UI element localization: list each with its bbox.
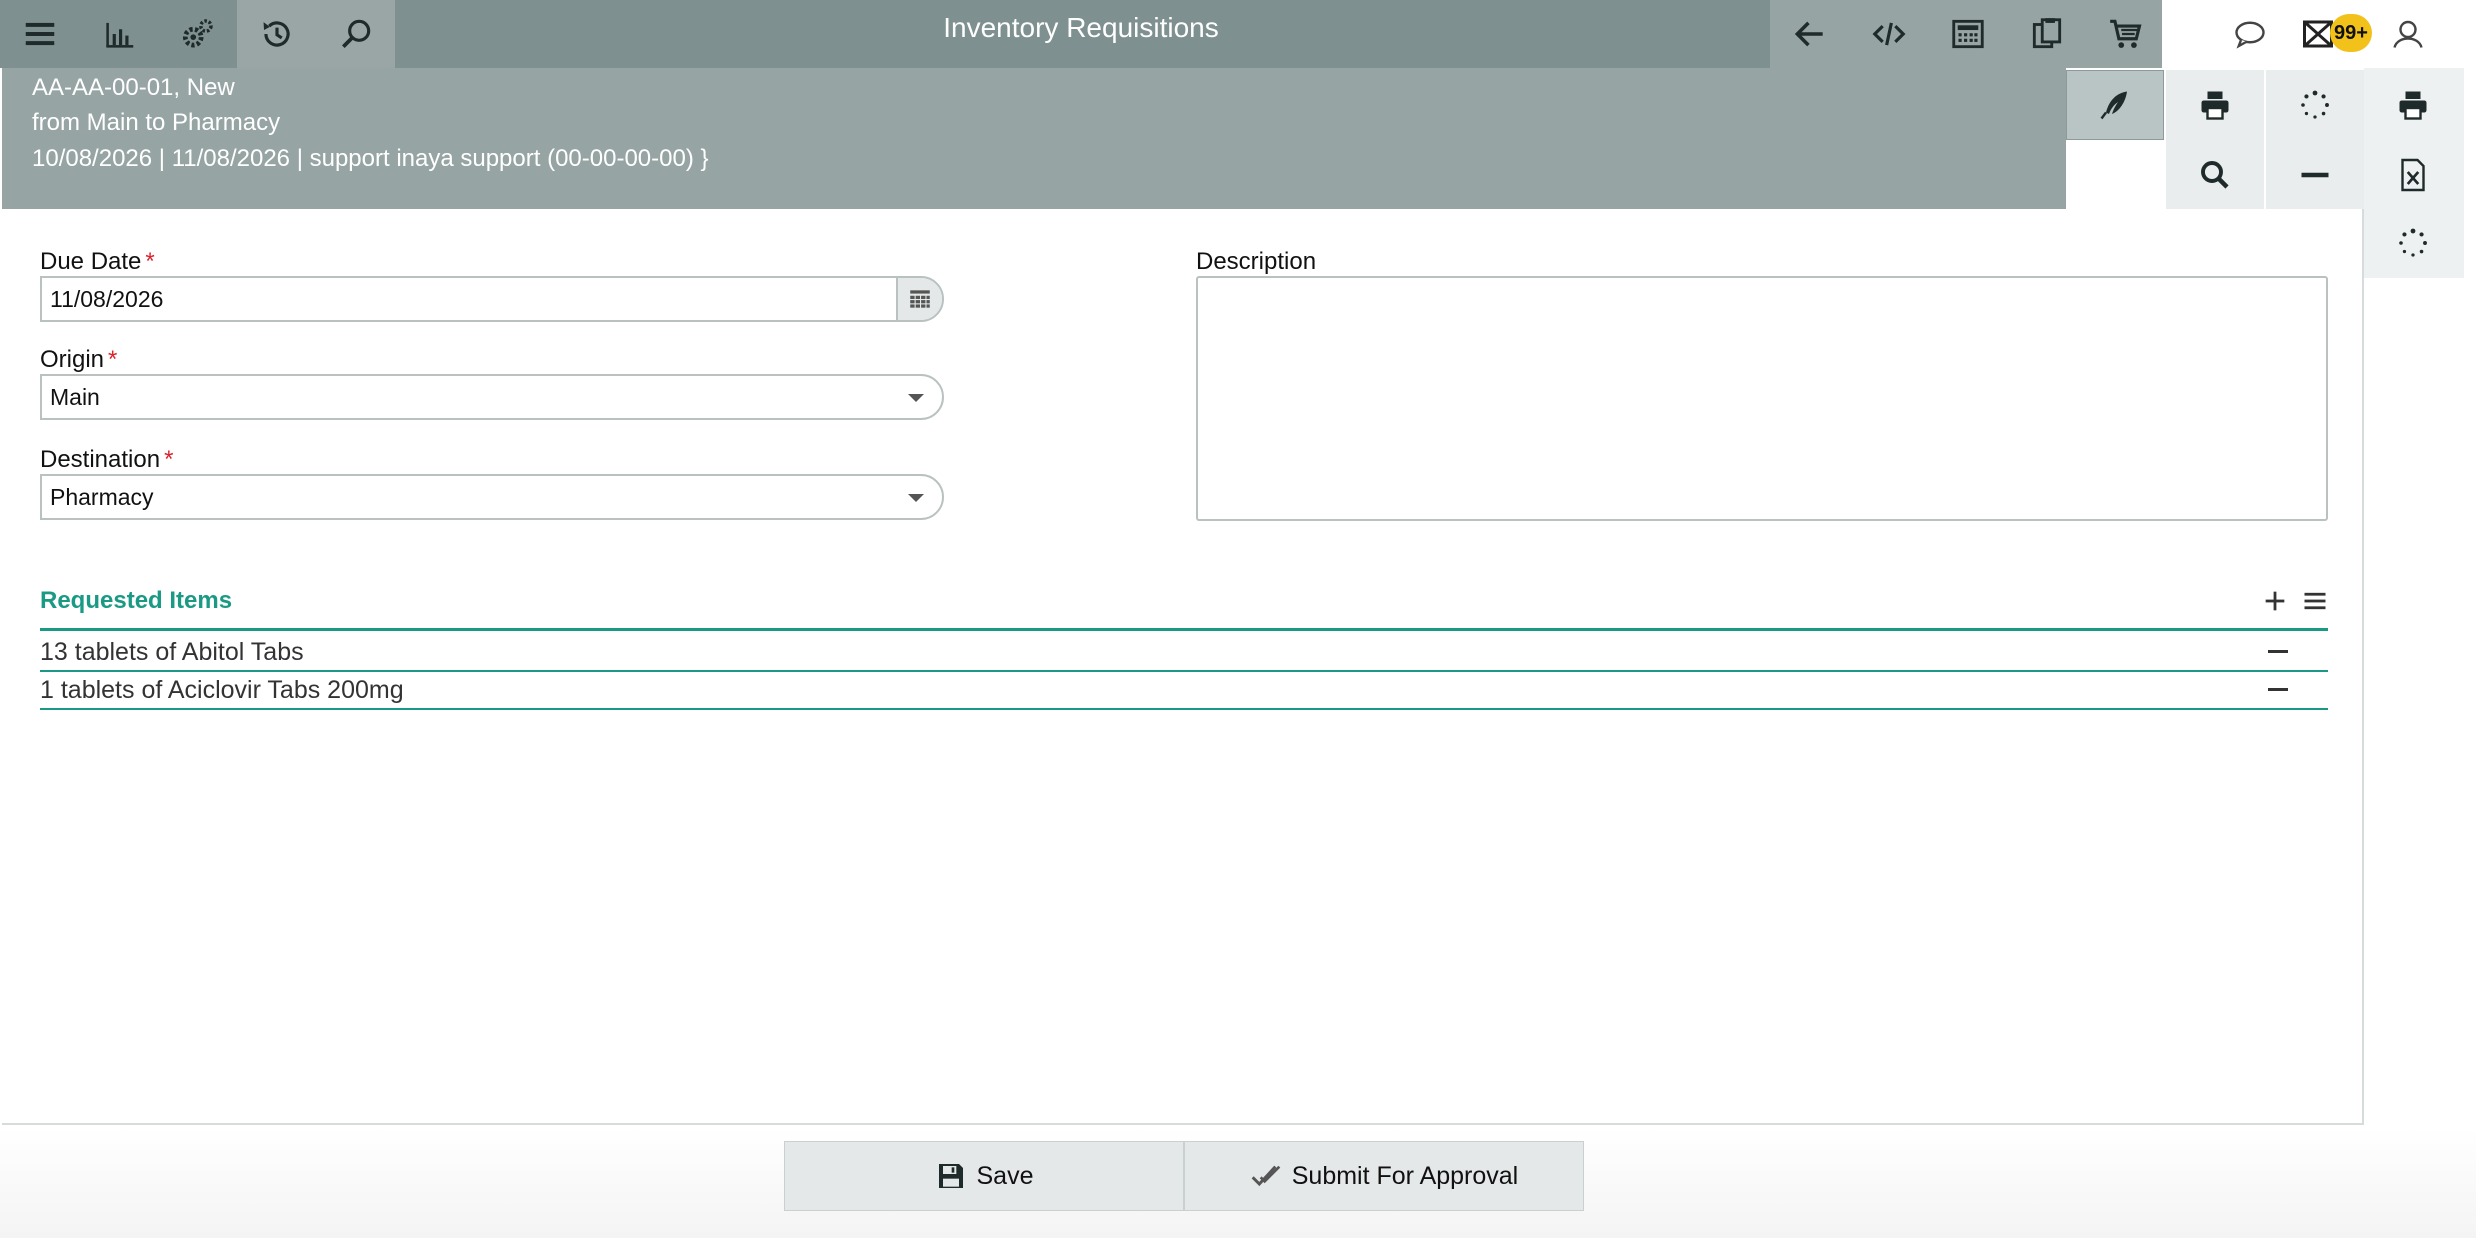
search-button[interactable] (316, 0, 395, 68)
required-marker: * (145, 248, 155, 275)
description-label: Description (1196, 248, 1317, 275)
settings-button[interactable] (158, 0, 237, 68)
menu-icon (25, 22, 54, 46)
chat-icon (2235, 21, 2265, 49)
submit-button-label: Submit For Approval (1291, 1161, 1519, 1190)
add-item-button[interactable] (2258, 584, 2292, 618)
calculator-icon (1951, 19, 1984, 49)
collapse-button[interactable] (2266, 140, 2364, 210)
list-item[interactable]: 13 tablets of Abitol Tabs (40, 634, 2328, 670)
calendar-icon (910, 290, 930, 308)
back-button[interactable] (1770, 0, 1849, 68)
required-marker: * (164, 446, 174, 473)
list-item-text: 1 tablets of Aciclovir Tabs 200mg (40, 676, 404, 704)
date-picker-button[interactable] (896, 278, 942, 320)
sign-button[interactable] (2066, 70, 2164, 140)
clipboard-icon (2032, 18, 2061, 49)
chat-button[interactable] (2220, 0, 2280, 68)
cart-button[interactable] (2086, 0, 2165, 68)
top-bar-left-tools (0, 0, 395, 68)
due-date-field[interactable]: 11/08/2026 (40, 276, 944, 322)
cart-icon (2109, 19, 2141, 48)
origin-label: Origin * (40, 346, 117, 374)
description-textarea[interactable] (1196, 276, 2328, 521)
loading-button[interactable] (2266, 70, 2364, 140)
user-icon (2393, 20, 2423, 48)
origin-select[interactable]: Main (40, 374, 944, 420)
section-divider (40, 628, 2328, 631)
minus-icon (2301, 172, 2329, 178)
record-meta: 10/08/2026 | 11/08/2026 | support inaya … (32, 145, 709, 172)
side-actions (2364, 68, 2464, 278)
items-menu-button[interactable] (2298, 584, 2332, 618)
search-icon (2201, 161, 2229, 189)
chart-icon (105, 22, 133, 48)
side-loading-button[interactable] (2364, 208, 2462, 278)
destination-select[interactable]: Pharmacy (40, 474, 944, 520)
requested-items-title: Requested Items (40, 587, 233, 614)
record-summary: AA-AA-00-01, New from Main to Pharmacy 1… (2, 68, 2166, 209)
print-icon (2399, 91, 2427, 120)
remove-item-button[interactable] (2268, 650, 2288, 653)
search-icon (341, 19, 370, 49)
side-print-button[interactable] (2364, 70, 2462, 140)
code-button[interactable] (1849, 0, 1928, 68)
code-icon (1872, 22, 1905, 46)
gears-icon (182, 19, 213, 48)
destination-label: Destination * (40, 446, 173, 474)
save-button-label: Save (976, 1161, 1034, 1190)
submit-for-approval-button[interactable]: Submit For Approval (1184, 1141, 1584, 1211)
top-bar: Inventory Requisitions 99+ (0, 0, 2476, 68)
user-tools (2162, 0, 2476, 68)
origin-value: Main (50, 384, 100, 410)
top-bar-right-tools (1770, 0, 2165, 68)
user-button[interactable] (2378, 0, 2438, 68)
spinner-icon (2399, 228, 2427, 257)
required-marker: * (108, 346, 118, 373)
action-panel (2066, 68, 2364, 210)
print-icon (2201, 91, 2229, 120)
feather-icon (2100, 91, 2127, 120)
remove-item-button[interactable] (2268, 688, 2288, 691)
export-excel-button[interactable] (2364, 140, 2462, 210)
print-button[interactable] (2166, 70, 2264, 140)
reports-button[interactable] (79, 0, 158, 68)
record-id-status: AA-AA-00-01, New (32, 74, 235, 101)
list-menu-icon (2304, 592, 2326, 610)
due-date-label: Due Date * (40, 248, 155, 276)
history-icon (263, 21, 290, 47)
due-date-label-text: Due Date (40, 248, 142, 275)
spinner-icon (2301, 90, 2329, 119)
notification-badge[interactable]: 99+ (2330, 14, 2372, 52)
floppy-disk-icon (938, 1164, 963, 1188)
calculator-button[interactable] (1928, 0, 2007, 68)
due-date-value: 11/08/2026 (50, 286, 164, 312)
row-divider (40, 708, 2328, 710)
back-arrow-icon (1794, 21, 1823, 47)
destination-label-text: Destination (40, 446, 161, 473)
plus-icon (2265, 591, 2285, 611)
save-button[interactable]: Save (784, 1141, 1184, 1211)
clipboard-button[interactable] (2007, 0, 2086, 68)
double-check-icon (1251, 1165, 1281, 1187)
list-item[interactable]: 1 tablets of Aciclovir Tabs 200mg (40, 672, 2328, 708)
chevron-down-icon (908, 494, 924, 502)
menu-button[interactable] (0, 0, 79, 68)
list-item-text: 13 tablets of Abitol Tabs (40, 638, 304, 666)
excel-icon (2401, 158, 2425, 192)
history-button[interactable] (237, 0, 316, 68)
chevron-down-icon (908, 394, 924, 402)
destination-value: Pharmacy (50, 484, 154, 510)
record-route: from Main to Pharmacy (32, 109, 281, 136)
origin-label-text: Origin (40, 346, 105, 373)
zoom-button[interactable] (2166, 140, 2264, 210)
